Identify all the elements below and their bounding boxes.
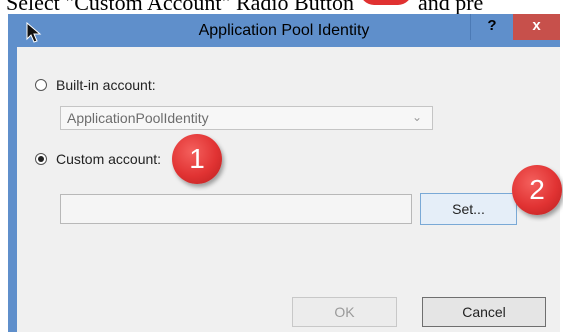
caption-lead-text: Select "Custom Account" Radio Button [6,0,354,15]
custom-account-label: Custom account: [56,151,162,167]
builtin-account-dropdown[interactable]: ApplicationPoolIdentity ⌄ [60,106,433,130]
help-button[interactable]: ? [470,14,513,40]
cancel-button[interactable]: Cancel [422,297,546,327]
custom-account-radio[interactable] [35,153,47,165]
builtin-account-dropdown-value: ApplicationPoolIdentity [67,110,209,126]
caption-marker-fragment [359,0,412,5]
document-caption: Select "Custom Account" Radio Button and … [6,0,558,15]
chevron-down-icon: ⌄ [411,110,422,124]
title-bar[interactable]: Application Pool Identity ? x [8,14,560,47]
custom-account-option[interactable]: Custom account: [35,151,161,167]
step-marker-2: 2 [512,165,562,215]
application-pool-identity-dialog: Application Pool Identity ? x Built-in a… [8,14,562,332]
mouse-pointer-icon [26,22,42,43]
custom-account-field[interactable] [60,194,412,224]
close-button[interactable]: x [513,14,560,40]
set-button[interactable]: Set... [420,193,517,225]
ok-button[interactable]: OK [292,297,397,327]
builtin-account-label: Built-in account: [56,77,156,93]
dialog-content: Built-in account: ApplicationPoolIdentit… [17,47,560,332]
builtin-account-radio[interactable] [35,79,47,91]
builtin-account-option[interactable]: Built-in account: [35,77,156,93]
caption-trail-text: and pre [417,0,484,15]
step-marker-1: 1 [172,134,222,184]
